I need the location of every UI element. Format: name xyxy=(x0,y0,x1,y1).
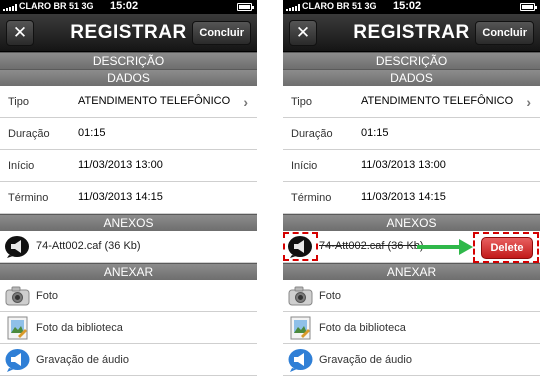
field-value: 11/03/2013 14:15 xyxy=(361,191,446,203)
field-row-tipo[interactable]: Tipo ATENDIMENTO TELEFÔNICO › xyxy=(283,86,540,118)
section-dados: DADOS xyxy=(0,69,257,86)
signal-icon xyxy=(286,4,300,11)
action-label: Foto xyxy=(36,290,59,302)
field-value: 11/03/2013 13:00 xyxy=(78,159,163,171)
action-row-foto[interactable]: Foto xyxy=(0,280,257,312)
field-label: Início xyxy=(291,160,318,172)
section-anexar: ANEXAR xyxy=(0,263,257,280)
megaphone-icon xyxy=(288,349,313,372)
field-value: 11/03/2013 14:15 xyxy=(78,191,163,203)
photo-library-icon xyxy=(7,316,28,340)
section-anexos: ANEXOS xyxy=(283,214,540,231)
megaphone-icon xyxy=(5,349,30,372)
camera-icon xyxy=(288,286,313,306)
status-bar: CLARO BR 51 3G 15:02 xyxy=(0,0,257,14)
field-row-duracao[interactable]: Duração 01:15 xyxy=(283,118,540,150)
attachment-row[interactable]: 74-Att002.caf (36 Kb) Delete xyxy=(283,231,540,263)
swipe-arrow-icon xyxy=(417,239,473,255)
section-dados: DADOS xyxy=(283,69,540,86)
screen-before-swipe: CLARO BR 51 3G 15:02 ✕ REGISTRAR Conclui… xyxy=(0,0,257,381)
field-row-tipo[interactable]: Tipo ATENDIMENTO TELEFÔNICO › xyxy=(0,86,257,118)
field-label: Término xyxy=(291,192,332,204)
section-descricao[interactable]: DESCRIÇÃO xyxy=(283,52,540,69)
attachment-row[interactable]: 74-Att002.caf (36 Kb) xyxy=(0,231,257,263)
section-anexos: ANEXOS xyxy=(0,214,257,231)
delete-button[interactable]: Delete xyxy=(481,237,533,259)
action-label: Gravação de áudio xyxy=(319,354,412,366)
done-button[interactable]: Concluir xyxy=(192,21,251,45)
signal-icon xyxy=(3,4,17,11)
nav-bar: ✕ REGISTRAR Concluir xyxy=(0,14,257,52)
field-value: ATENDIMENTO TELEFÔNICO xyxy=(78,95,231,107)
field-row-inicio[interactable]: Início 11/03/2013 13:00 xyxy=(283,150,540,182)
action-label: Gravação de áudio xyxy=(36,354,129,366)
field-value: ATENDIMENTO TELEFÔNICO xyxy=(361,95,514,107)
action-row-foto-biblioteca[interactable]: Foto da biblioteca xyxy=(0,312,257,344)
chevron-right-icon: › xyxy=(243,94,248,110)
field-label: Tipo xyxy=(8,96,29,108)
field-label: Início xyxy=(8,160,35,172)
field-label: Tipo xyxy=(291,96,312,108)
camera-icon xyxy=(5,286,30,306)
nav-bar: ✕ REGISTRAR Concluir xyxy=(283,14,540,52)
field-label: Duração xyxy=(8,128,50,140)
chevron-right-icon: › xyxy=(526,94,531,110)
screen-swipe-to-delete: CLARO BR 51 3G 15:02 ✕ REGISTRAR Conclui… xyxy=(283,0,540,381)
carrier-label: CLARO BR 51 3G xyxy=(19,1,94,11)
carrier-label: CLARO BR 51 3G xyxy=(302,1,377,11)
photo-library-icon xyxy=(290,316,311,340)
battery-icon xyxy=(520,3,537,11)
section-descricao[interactable]: DESCRIÇÃO xyxy=(0,52,257,69)
field-value: 11/03/2013 13:00 xyxy=(361,159,446,171)
field-value: 01:15 xyxy=(78,127,106,139)
action-label: Foto da biblioteca xyxy=(36,322,123,334)
action-row-foto[interactable]: Foto xyxy=(283,280,540,312)
attachment-name: 74-Att002.caf (36 Kb) xyxy=(319,240,424,252)
action-label: Foto da biblioteca xyxy=(319,322,406,334)
attachment-name: 74-Att002.caf (36 Kb) xyxy=(36,240,141,252)
section-anexar: ANEXAR xyxy=(283,263,540,280)
highlight-box-icon xyxy=(283,232,318,261)
clock: 15:02 xyxy=(393,0,422,12)
megaphone-icon xyxy=(5,236,29,258)
field-label: Término xyxy=(8,192,49,204)
field-row-duracao[interactable]: Duração 01:15 xyxy=(0,118,257,150)
field-row-termino[interactable]: Término 11/03/2013 14:15 xyxy=(283,182,540,214)
field-value: 01:15 xyxy=(361,127,389,139)
field-row-termino[interactable]: Término 11/03/2013 14:15 xyxy=(0,182,257,214)
done-button[interactable]: Concluir xyxy=(475,21,534,45)
battery-icon xyxy=(237,3,254,11)
clock: 15:02 xyxy=(110,0,139,12)
action-row-foto-biblioteca[interactable]: Foto da biblioteca xyxy=(283,312,540,344)
field-label: Duração xyxy=(291,128,333,140)
status-bar: CLARO BR 51 3G 15:02 xyxy=(283,0,540,14)
action-label: Foto xyxy=(319,290,342,302)
field-row-inicio[interactable]: Início 11/03/2013 13:00 xyxy=(0,150,257,182)
action-row-gravacao-audio[interactable]: Gravação de áudio xyxy=(0,344,257,376)
action-row-gravacao-audio[interactable]: Gravação de áudio xyxy=(283,344,540,376)
